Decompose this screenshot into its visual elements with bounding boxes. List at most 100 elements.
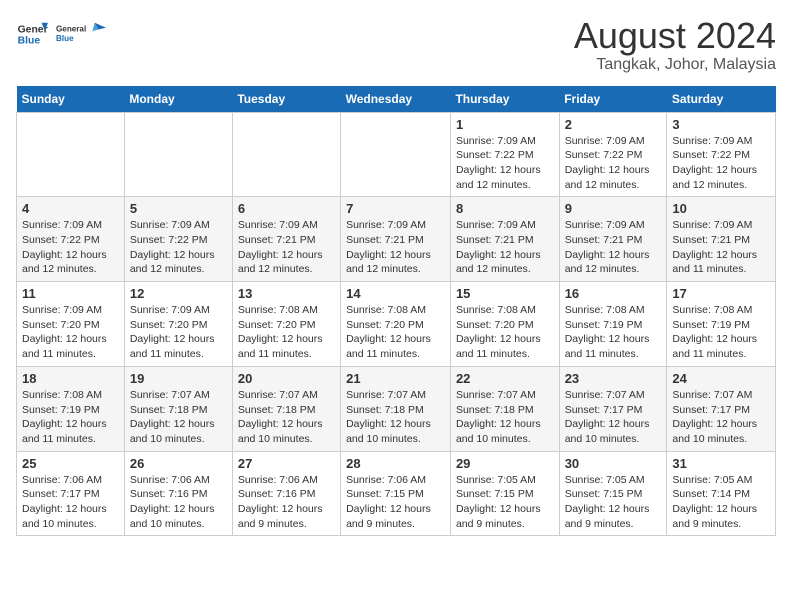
day-number: 6 [238,201,335,216]
calendar-cell: 25 Sunrise: 7:06 AMSunset: 7:17 PMDayligh… [17,451,125,536]
title-block: August 2024 Tangkak, Johor, Malaysia [574,16,776,74]
day-info: Sunrise: 7:07 AMSunset: 7:18 PMDaylight:… [456,388,554,447]
calendar-cell [341,112,451,197]
calendar-cell: 20 Sunrise: 7:07 AMSunset: 7:18 PMDayligh… [232,366,340,451]
day-header-wednesday: Wednesday [341,86,451,113]
svg-text:Blue: Blue [18,36,41,47]
calendar-cell: 16Sunrise: 7:08 AMSunset: 7:19 PMDayligh… [559,282,667,367]
calendar-cell: 27 Sunrise: 7:06 AMSunset: 7:16 PMDayligh… [232,451,340,536]
day-number: 2 [565,117,662,132]
day-info: Sunrise: 7:06 AMSunset: 7:16 PMDaylight:… [130,473,227,532]
day-info: Sunrise: 7:09 AMSunset: 7:22 PMDaylight:… [672,134,770,193]
calendar-cell: 26 Sunrise: 7:06 AMSunset: 7:16 PMDayligh… [124,451,232,536]
day-info: Sunrise: 7:06 AMSunset: 7:17 PMDaylight:… [22,473,119,532]
calendar-cell: 5 Sunrise: 7:09 AMSunset: 7:22 PMDaylight… [124,197,232,282]
day-number: 20 [238,371,335,386]
calendar-week-row: 1 Sunrise: 7:09 AMSunset: 7:22 PMDaylight… [17,112,776,197]
day-number: 24 [672,371,770,386]
day-info: Sunrise: 7:08 AMSunset: 7:20 PMDaylight:… [456,303,554,362]
day-info: Sunrise: 7:09 AMSunset: 7:22 PMDaylight:… [456,134,554,193]
day-number: 28 [346,456,445,471]
day-number: 27 [238,456,335,471]
calendar-cell: 23Sunrise: 7:07 AMSunset: 7:17 PMDayligh… [559,366,667,451]
calendar-cell: 15 Sunrise: 7:08 AMSunset: 7:20 PMDayligh… [450,282,559,367]
day-info: Sunrise: 7:07 AMSunset: 7:17 PMDaylight:… [672,388,770,447]
logo-icon: General Blue [16,18,48,50]
logo: General Blue General Blue [16,16,106,52]
day-number: 7 [346,201,445,216]
day-info: Sunrise: 7:09 AMSunset: 7:21 PMDaylight:… [238,218,335,277]
day-number: 18 [22,371,119,386]
day-number: 13 [238,286,335,301]
day-number: 23 [565,371,662,386]
calendar-cell: 28 Sunrise: 7:06 AMSunset: 7:15 PMDayligh… [341,451,451,536]
calendar-cell: 22Sunrise: 7:07 AMSunset: 7:18 PMDayligh… [450,366,559,451]
day-info: Sunrise: 7:09 AMSunset: 7:21 PMDaylight:… [672,218,770,277]
day-info: Sunrise: 7:05 AMSunset: 7:15 PMDaylight:… [565,473,662,532]
day-number: 17 [672,286,770,301]
day-number: 25 [22,456,119,471]
calendar-cell: 6 Sunrise: 7:09 AMSunset: 7:21 PMDaylight… [232,197,340,282]
day-info: Sunrise: 7:09 AMSunset: 7:22 PMDaylight:… [565,134,662,193]
day-info: Sunrise: 7:08 AMSunset: 7:20 PMDaylight:… [346,303,445,362]
calendar-cell [232,112,340,197]
calendar-cell [17,112,125,197]
calendar-week-row: 4 Sunrise: 7:09 AMSunset: 7:22 PMDaylight… [17,197,776,282]
calendar-cell: 2 Sunrise: 7:09 AMSunset: 7:22 PMDaylight… [559,112,667,197]
calendar-cell: 18 Sunrise: 7:08 AMSunset: 7:19 PMDayligh… [17,366,125,451]
day-number: 12 [130,286,227,301]
day-number: 14 [346,286,445,301]
day-number: 29 [456,456,554,471]
calendar-cell: 19Sunrise: 7:07 AMSunset: 7:18 PMDayligh… [124,366,232,451]
day-number: 1 [456,117,554,132]
day-info: Sunrise: 7:06 AMSunset: 7:16 PMDaylight:… [238,473,335,532]
day-number: 11 [22,286,119,301]
day-info: Sunrise: 7:09 AMSunset: 7:22 PMDaylight:… [130,218,227,277]
calendar-cell: 10Sunrise: 7:09 AMSunset: 7:21 PMDayligh… [667,197,776,282]
day-info: Sunrise: 7:08 AMSunset: 7:19 PMDaylight:… [22,388,119,447]
calendar-cell: 1 Sunrise: 7:09 AMSunset: 7:22 PMDaylight… [450,112,559,197]
calendar-cell: 31Sunrise: 7:05 AMSunset: 7:14 PMDayligh… [667,451,776,536]
day-number: 8 [456,201,554,216]
day-info: Sunrise: 7:09 AMSunset: 7:22 PMDaylight:… [22,218,119,277]
page-header: General Blue General Blue August 2024 Ta… [16,16,776,74]
day-number: 26 [130,456,227,471]
day-info: Sunrise: 7:05 AMSunset: 7:15 PMDaylight:… [456,473,554,532]
calendar-cell: 3Sunrise: 7:09 AMSunset: 7:22 PMDaylight… [667,112,776,197]
day-number: 16 [565,286,662,301]
month-year: August 2024 [574,16,776,56]
day-info: Sunrise: 7:06 AMSunset: 7:15 PMDaylight:… [346,473,445,532]
calendar-cell: 30Sunrise: 7:05 AMSunset: 7:15 PMDayligh… [559,451,667,536]
calendar-cell: 9 Sunrise: 7:09 AMSunset: 7:21 PMDaylight… [559,197,667,282]
day-info: Sunrise: 7:09 AMSunset: 7:21 PMDaylight:… [565,218,662,277]
logo-bird-icon: General Blue [56,16,106,52]
calendar-cell: 21 Sunrise: 7:07 AMSunset: 7:18 PMDayligh… [341,366,451,451]
day-info: Sunrise: 7:09 AMSunset: 7:21 PMDaylight:… [456,218,554,277]
day-header-tuesday: Tuesday [232,86,340,113]
calendar-cell: 12 Sunrise: 7:09 AMSunset: 7:20 PMDayligh… [124,282,232,367]
calendar-cell [124,112,232,197]
day-info: Sunrise: 7:07 AMSunset: 7:18 PMDaylight:… [238,388,335,447]
calendar-cell: 14 Sunrise: 7:08 AMSunset: 7:20 PMDayligh… [341,282,451,367]
day-number: 5 [130,201,227,216]
calendar-cell: 13 Sunrise: 7:08 AMSunset: 7:20 PMDayligh… [232,282,340,367]
day-number: 21 [346,371,445,386]
day-info: Sunrise: 7:09 AMSunset: 7:20 PMDaylight:… [22,303,119,362]
day-info: Sunrise: 7:07 AMSunset: 7:18 PMDaylight:… [346,388,445,447]
calendar-week-row: 18 Sunrise: 7:08 AMSunset: 7:19 PMDayligh… [17,366,776,451]
day-header-sunday: Sunday [17,86,125,113]
calendar-table: SundayMondayTuesdayWednesdayThursdayFrid… [16,86,776,537]
day-header-monday: Monday [124,86,232,113]
day-info: Sunrise: 7:08 AMSunset: 7:20 PMDaylight:… [238,303,335,362]
day-info: Sunrise: 7:09 AMSunset: 7:21 PMDaylight:… [346,218,445,277]
day-number: 9 [565,201,662,216]
day-info: Sunrise: 7:08 AMSunset: 7:19 PMDaylight:… [672,303,770,362]
calendar-cell: 8 Sunrise: 7:09 AMSunset: 7:21 PMDaylight… [450,197,559,282]
calendar-header-row: SundayMondayTuesdayWednesdayThursdayFrid… [17,86,776,113]
location: Tangkak, Johor, Malaysia [574,56,776,74]
day-info: Sunrise: 7:09 AMSunset: 7:20 PMDaylight:… [130,303,227,362]
day-number: 15 [456,286,554,301]
calendar-cell: 7 Sunrise: 7:09 AMSunset: 7:21 PMDaylight… [341,197,451,282]
day-number: 4 [22,201,119,216]
svg-text:General: General [56,25,86,34]
